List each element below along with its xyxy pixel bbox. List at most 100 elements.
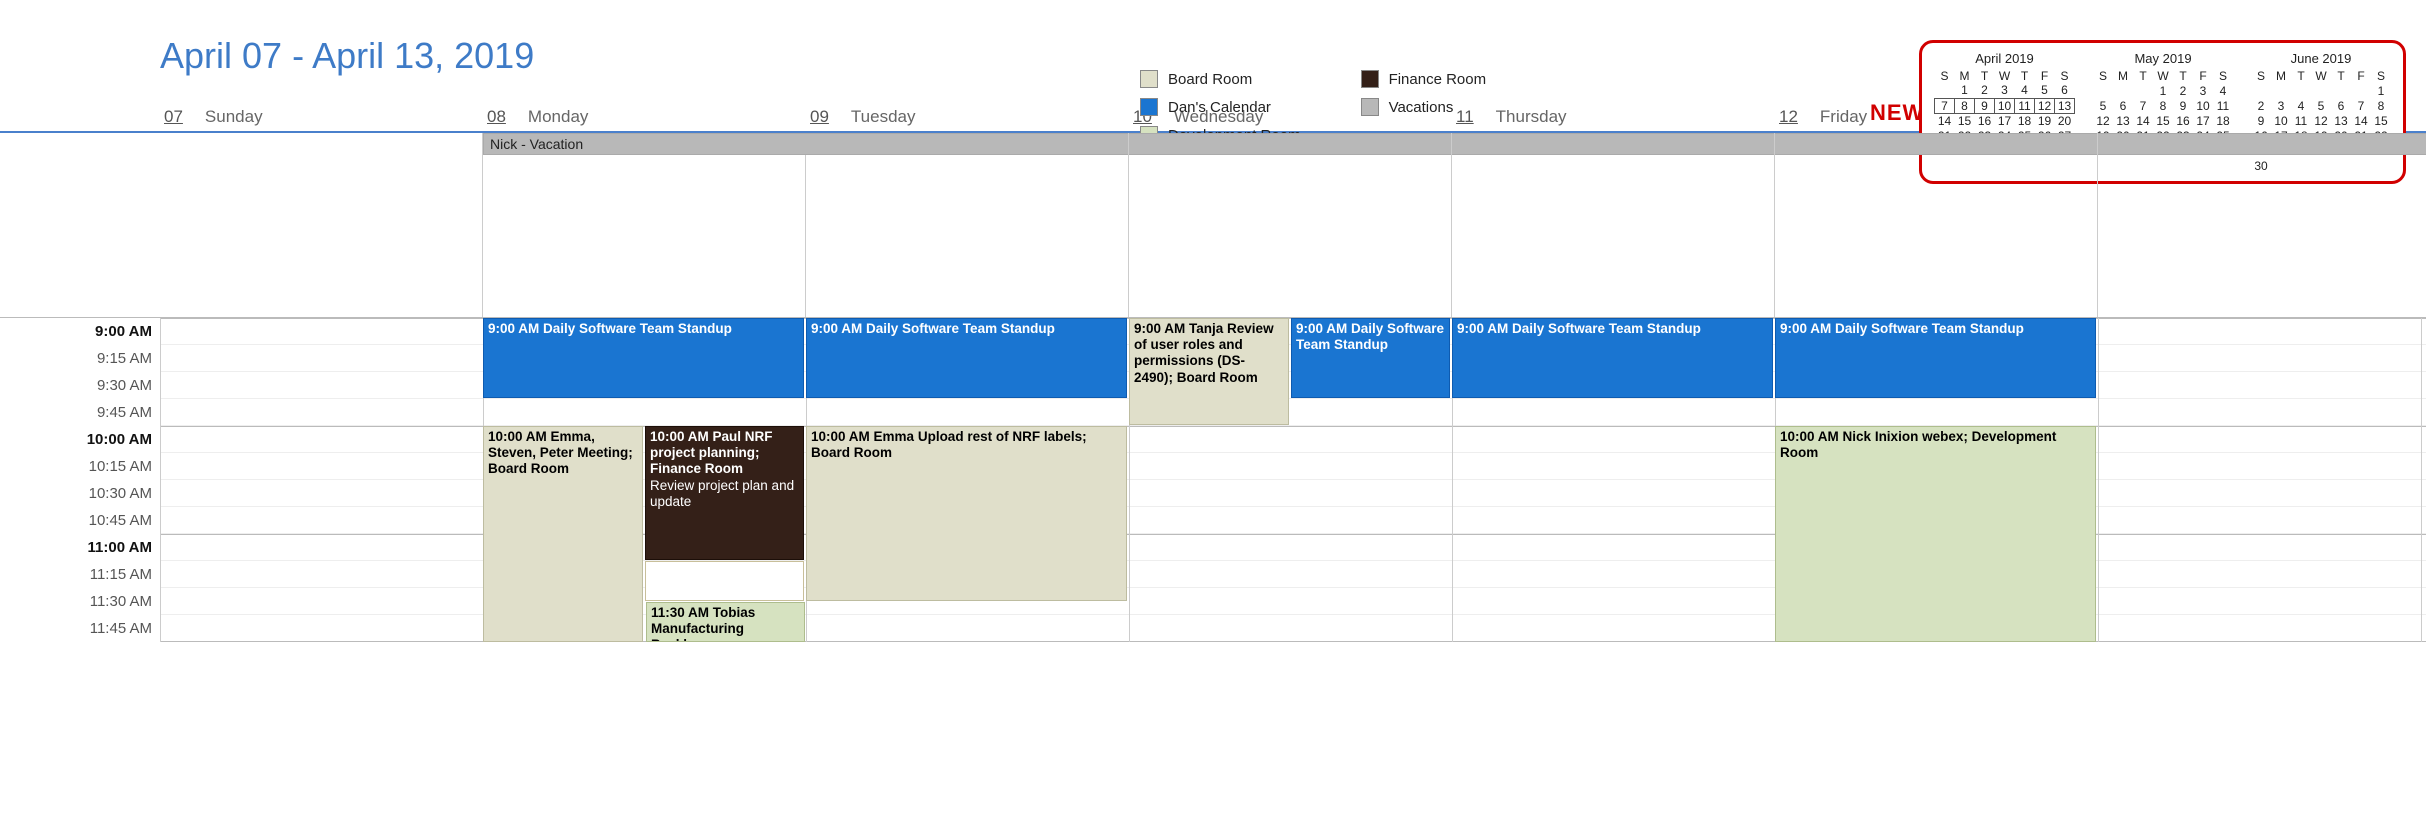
mini-cal-day[interactable]: 10	[1995, 98, 2015, 113]
mini-cal-day[interactable]: 7	[1935, 98, 1955, 113]
allday-cell-fri[interactable]	[1775, 133, 2098, 317]
mini-cal-day[interactable]: 12	[2093, 113, 2113, 128]
mini-cal-day[interactable]: 18	[2213, 113, 2233, 128]
mini-cal-day[interactable]: 5	[2035, 83, 2055, 98]
event-fri-nick[interactable]: 10:00 AM Nick Inixion webex; Development…	[1775, 426, 2096, 642]
mini-cal-day[interactable]: 19	[2035, 113, 2055, 128]
mini-cal-day[interactable]: 2	[2251, 98, 2271, 113]
mini-cal-dow: S	[2055, 68, 2075, 83]
event-time: 9:00 AM	[1296, 321, 1347, 336]
mini-cal-day[interactable]: 9	[2251, 113, 2271, 128]
day-header[interactable]: 08Monday	[483, 105, 806, 131]
daycol-mon[interactable]: 9:00 AM Daily Software Team Standup 10:0…	[483, 318, 806, 642]
mini-cal-day[interactable]: 13	[2055, 98, 2075, 113]
mini-cal-day	[2133, 83, 2153, 98]
mini-cal-day[interactable]: 2	[1975, 83, 1995, 98]
day-header[interactable]: 07Sunday	[160, 105, 483, 131]
event-fri-standup[interactable]: 9:00 AM Daily Software Team Standup	[1775, 318, 2096, 398]
mini-cal-day[interactable]: 10	[2271, 113, 2291, 128]
allday-cell-thu[interactable]	[1452, 133, 1775, 317]
mini-cal-day[interactable]: 3	[1995, 83, 2015, 98]
allday-cell-sun[interactable]	[160, 133, 483, 317]
mini-cal-day[interactable]: 4	[2213, 83, 2233, 98]
mini-cal-day[interactable]: 4	[2015, 83, 2035, 98]
mini-cal-day	[2251, 83, 2271, 98]
swatch-vacations	[1361, 98, 1379, 116]
time-label: 10:15 AM	[0, 453, 160, 480]
event-wed-tanja[interactable]: 9:00 AM Tanja Review of user roles and p…	[1129, 318, 1289, 425]
legend-label: Board Room	[1168, 71, 1252, 88]
mini-cal-day	[2093, 83, 2113, 98]
event-wed-standup[interactable]: 9:00 AM Daily Software Team Standup	[1291, 318, 1450, 398]
mini-calendar-title: April 2019	[1934, 51, 2075, 66]
mini-cal-day[interactable]: 5	[2093, 98, 2113, 113]
mini-cal-day[interactable]: 16	[2173, 113, 2193, 128]
mini-cal-day[interactable]: 6	[2113, 98, 2133, 113]
mini-cal-day[interactable]: 1	[2371, 83, 2391, 98]
mini-cal-day[interactable]: 2	[2173, 83, 2193, 98]
allday-cell-mon[interactable]: Nick - Vacation	[483, 133, 806, 317]
event-thu-standup[interactable]: 9:00 AM Daily Software Team Standup	[1452, 318, 1773, 398]
mini-cal-day[interactable]: 1	[1955, 83, 1975, 98]
mini-cal-day[interactable]: 11	[2291, 113, 2311, 128]
mini-cal-day[interactable]: 17	[2193, 113, 2213, 128]
mini-cal-day[interactable]: 20	[2055, 113, 2075, 128]
allday-cell-tue[interactable]	[806, 133, 1129, 317]
mini-cal-day[interactable]: 7	[2351, 98, 2371, 113]
daycol-thu[interactable]: 9:00 AM Daily Software Team Standup	[1452, 318, 1775, 642]
mini-cal-day[interactable]: 15	[1955, 113, 1975, 128]
mini-cal-day[interactable]: 15	[2153, 113, 2173, 128]
daycol-sat[interactable]	[2098, 318, 2421, 642]
event-mon-blank[interactable]	[645, 561, 804, 601]
mini-cal-day[interactable]: 6	[2055, 83, 2075, 98]
mini-cal-day[interactable]: 18	[2015, 113, 2035, 128]
mini-cal-day[interactable]: 10	[2193, 98, 2213, 113]
mini-cal-day[interactable]: 11	[2213, 98, 2233, 113]
mini-cal-day[interactable]: 7	[2133, 98, 2153, 113]
daycol-tue[interactable]: 9:00 AM Daily Software Team Standup 10:0…	[806, 318, 1129, 642]
mini-cal-day[interactable]: 5	[2311, 98, 2331, 113]
mini-cal-dow: T	[1975, 68, 1995, 83]
mini-cal-day[interactable]: 8	[2153, 98, 2173, 113]
mini-cal-day[interactable]: 8	[2371, 98, 2391, 113]
allday-cell-wed[interactable]	[1129, 133, 1452, 317]
day-header[interactable]: 11Thursday	[1452, 105, 1775, 131]
event-mon-paul[interactable]: 10:00 AM Paul NRF project planning; Fina…	[645, 426, 804, 560]
mini-cal-day[interactable]: 13	[2113, 113, 2133, 128]
daycol-sun[interactable]	[160, 318, 483, 642]
mini-cal-day[interactable]: 3	[2193, 83, 2213, 98]
event-tue-emma[interactable]: 10:00 AM Emma Upload rest of NRF labels;…	[806, 426, 1127, 601]
mini-cal-day	[2271, 83, 2291, 98]
mini-cal-day[interactable]: 3	[2271, 98, 2291, 113]
vline	[2421, 318, 2422, 642]
mini-cal-day[interactable]: 16	[1975, 113, 1995, 128]
mini-cal-day[interactable]: 15	[2371, 113, 2391, 128]
mini-cal-day[interactable]: 17	[1995, 113, 2015, 128]
event-tue-standup[interactable]: 9:00 AM Daily Software Team Standup	[806, 318, 1127, 398]
mini-cal-day[interactable]: 1	[2153, 83, 2173, 98]
mini-cal-day[interactable]: 4	[2291, 98, 2311, 113]
mini-cal-dow: W	[2311, 68, 2331, 83]
event-mon-emma[interactable]: 10:00 AM Emma, Steven, Peter Meeting; Bo…	[483, 426, 643, 642]
mini-cal-day[interactable]: 13	[2331, 113, 2351, 128]
mini-cal-dow: S	[1935, 68, 1955, 83]
event-tue-tobias[interactable]: 11:30 AM Tobias Manufacturing Backlog	[646, 602, 805, 642]
mini-cal-day[interactable]: 11	[2015, 98, 2035, 113]
mini-cal-dow: S	[2093, 68, 2113, 83]
mini-cal-day[interactable]: 6	[2331, 98, 2351, 113]
allday-cell-sat[interactable]	[2098, 133, 2421, 317]
mini-cal-day[interactable]: 9	[2173, 98, 2193, 113]
mini-cal-dow: F	[2193, 68, 2213, 83]
event-mon-standup[interactable]: 9:00 AM Daily Software Team Standup	[483, 318, 804, 398]
mini-cal-day[interactable]: 14	[2133, 113, 2153, 128]
daycol-fri[interactable]: 9:00 AM Daily Software Team Standup 10:0…	[1775, 318, 2098, 642]
mini-cal-day[interactable]: 14	[2351, 113, 2371, 128]
mini-cal-day[interactable]: 14	[1935, 113, 1955, 128]
day-header[interactable]: 09Tuesday	[806, 105, 1129, 131]
mini-cal-day[interactable]: 9	[1975, 98, 1995, 113]
mini-cal-dow: F	[2035, 68, 2055, 83]
mini-cal-day[interactable]: 12	[2035, 98, 2055, 113]
mini-cal-day[interactable]: 12	[2311, 113, 2331, 128]
daycol-wed[interactable]: 9:00 AM Tanja Review of user roles and p…	[1129, 318, 1452, 642]
mini-cal-day[interactable]: 8	[1955, 98, 1975, 113]
